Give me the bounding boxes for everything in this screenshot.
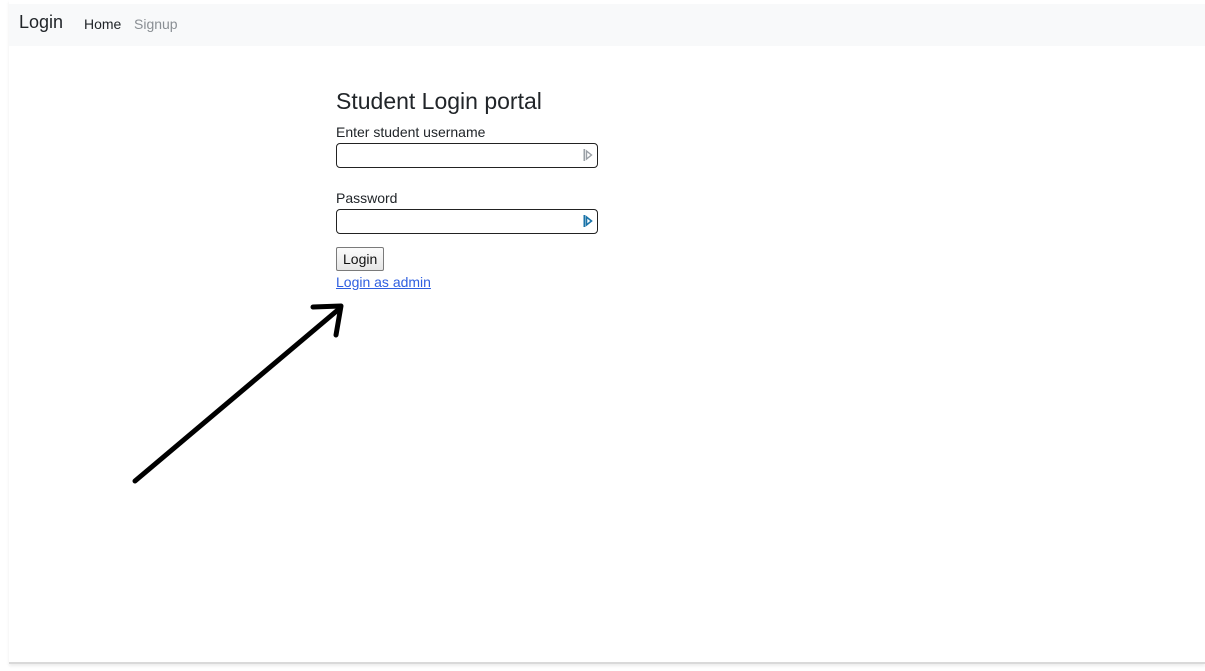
nav-link-home[interactable]: Home	[84, 16, 121, 32]
login-button[interactable]: Login	[336, 247, 385, 271]
password-label: Password	[336, 190, 398, 206]
login-as-admin-link[interactable]: Login as admin	[336, 274, 431, 290]
login-form: Student Login portal Enter student usern…	[336, 86, 636, 292]
username-label: Enter student username	[336, 124, 486, 140]
password-input[interactable]	[336, 209, 598, 234]
password-field-wrapper	[336, 209, 598, 234]
page-title: Student Login portal	[336, 88, 542, 114]
autofill-key-icon[interactable]	[583, 148, 593, 162]
username-field-wrapper	[336, 143, 598, 168]
browser-viewport: Login Home Signup Student Login portal E…	[9, 0, 1205, 664]
navbar-brand[interactable]: Login	[19, 12, 63, 33]
navbar: Login Home Signup	[9, 4, 1205, 46]
autofill-key-icon[interactable]	[583, 214, 593, 228]
username-input[interactable]	[336, 143, 598, 168]
arrow-icon	[132, 303, 344, 484]
nav-link-signup[interactable]: Signup	[134, 16, 178, 32]
